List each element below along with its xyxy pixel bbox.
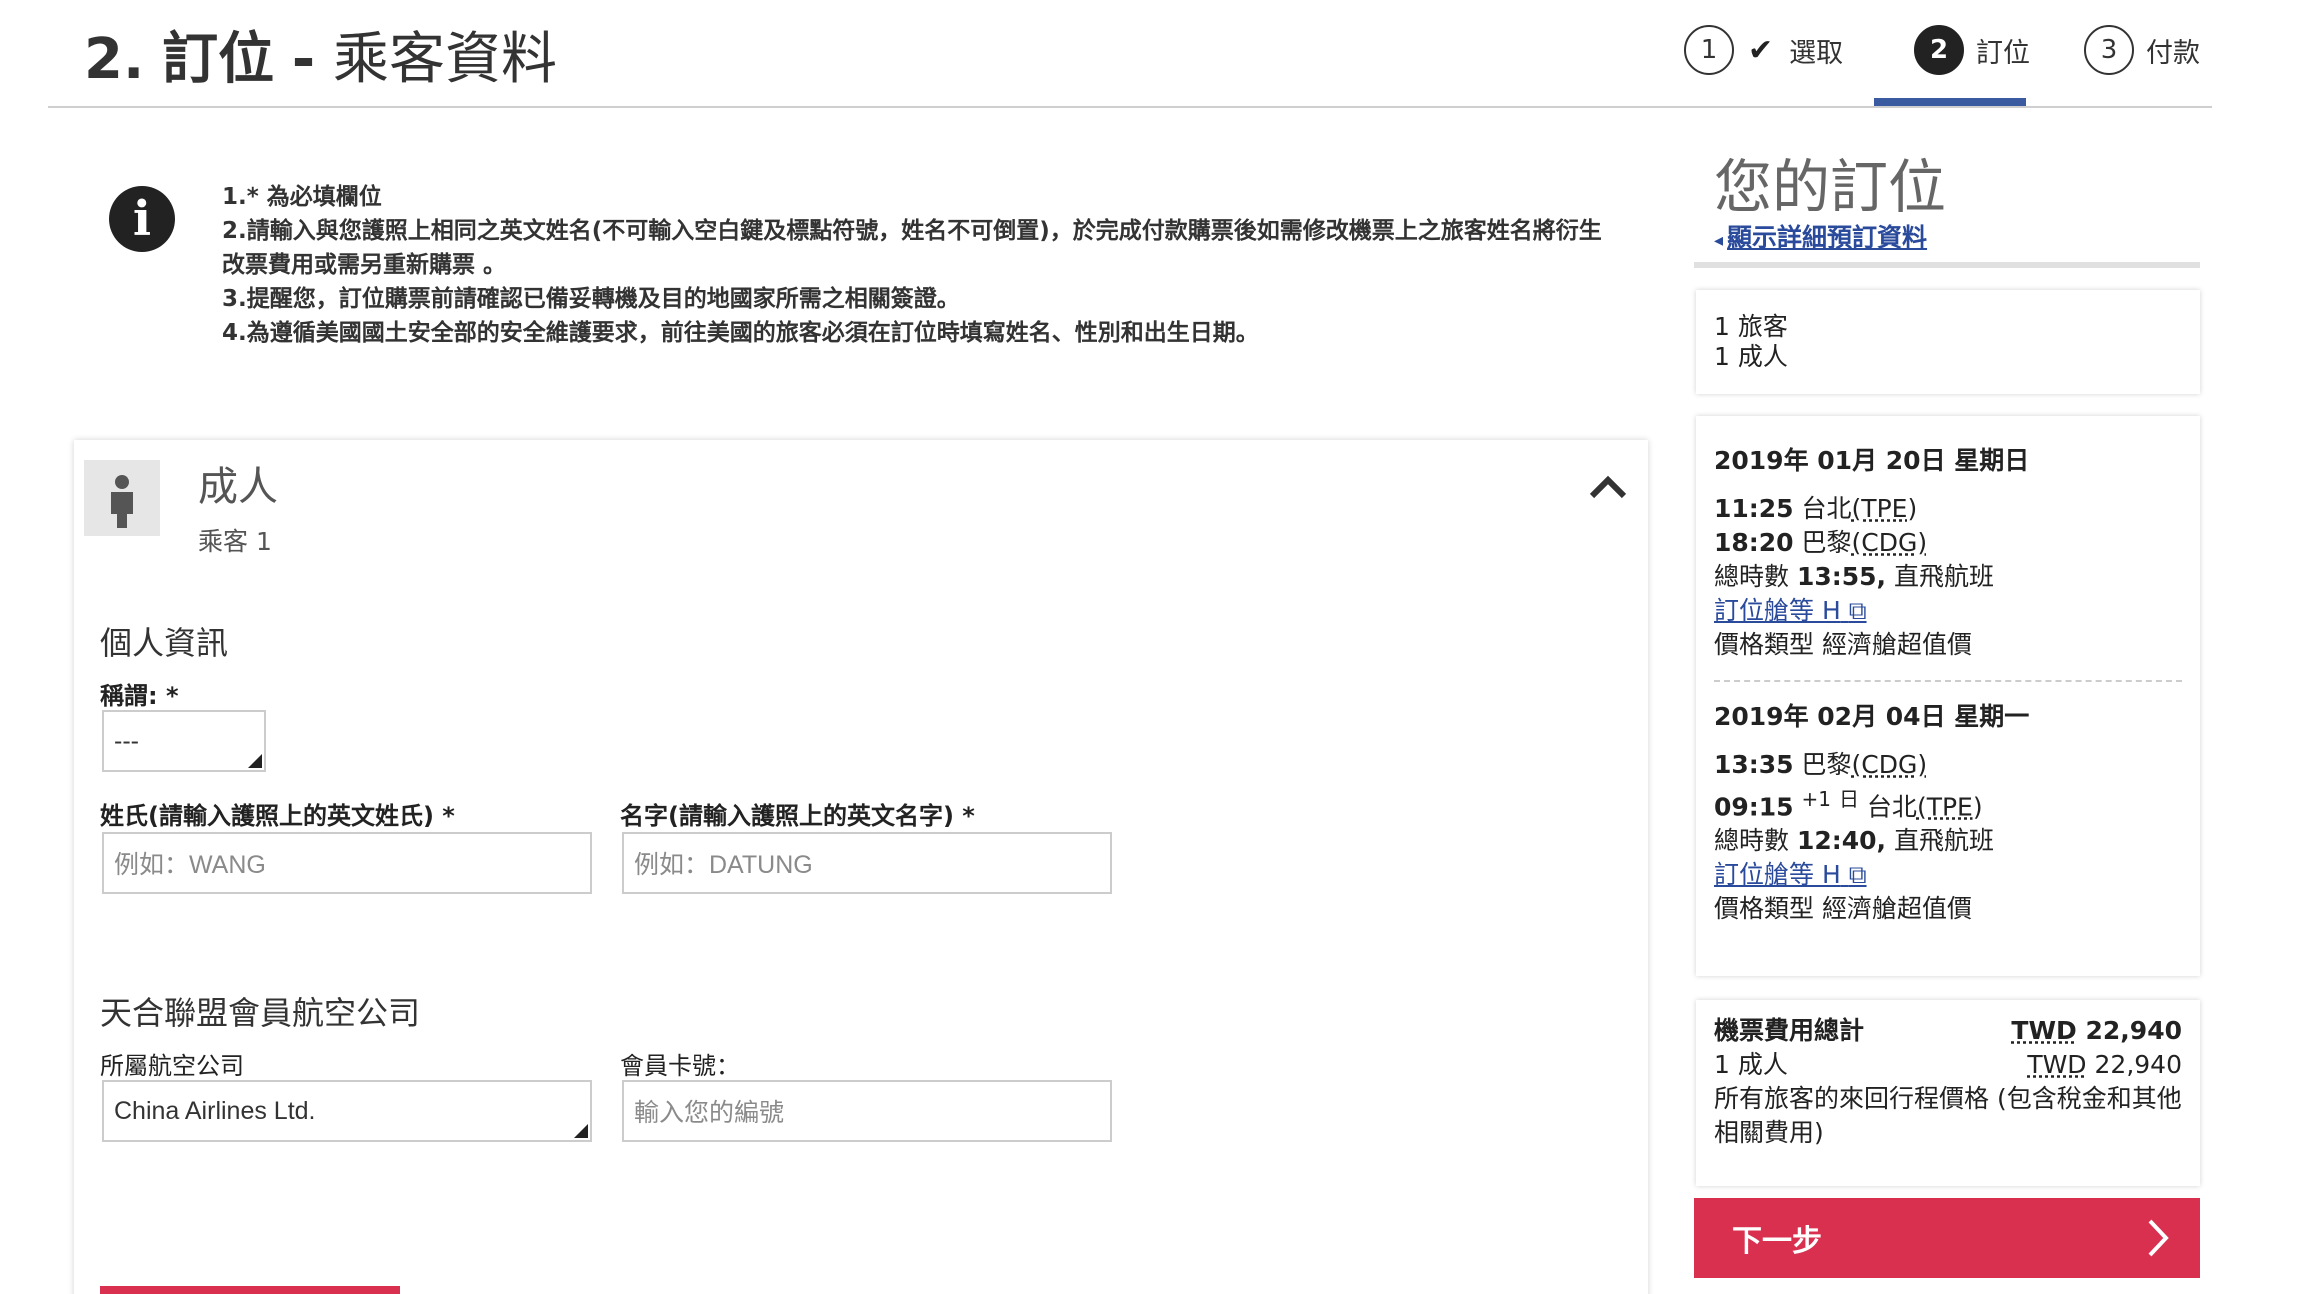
show-details-text: 顯示詳細預訂資料 (1727, 223, 1928, 252)
firstname-placeholder: 例如：DATUNG (634, 851, 813, 879)
inbound-cabin-text: 訂位艙等 H (1714, 860, 1841, 890)
check-icon: ✔ (1748, 32, 1774, 68)
member-placeholder: 輸入您的編號 (634, 1099, 785, 1127)
airline-value: China Airlines Ltd. (114, 1096, 316, 1125)
outbound-arr-time: 18:20 (1714, 528, 1794, 557)
travellers-box: 1 旅客 1 成人 (1696, 290, 2200, 394)
inbound-arr-day: +1 (1801, 787, 1832, 811)
inbound-duration: 12:40, (1796, 826, 1887, 856)
outbound-arr-city: 巴黎 (1801, 528, 1852, 557)
step-book: 2 訂位 (1914, 20, 2030, 80)
total-currency: TWD (2011, 1016, 2077, 1045)
title-separator: - (291, 27, 316, 92)
chevron-left-icon: ◂ (1714, 230, 1724, 251)
airline-select[interactable]: China Airlines Ltd. (102, 1080, 592, 1142)
inbound-duration-label: 總時數 (1714, 826, 1790, 856)
outbound-dep-code: (TPE) (1851, 494, 1918, 523)
outbound-duration-label: 總時數 (1714, 562, 1790, 591)
passenger-card: 成人 乘客 1 個人資訊 稱謂: * --- 姓氏(請輸入護照上的英文姓氏) *… (74, 440, 1648, 1294)
header-divider (48, 106, 2212, 108)
step-3-label: 付款 (2146, 37, 2200, 69)
step-number: 2. (84, 27, 145, 92)
outbound-arr-code: (CDG) (1851, 528, 1928, 557)
passenger-type: 成人 (198, 464, 278, 510)
inbound-date: 2019年 02月 04日 星期一 (1714, 702, 2030, 731)
alliance-heading: 天合聯盟會員航空公司 (100, 994, 421, 1032)
show-details-link[interactable]: ◂ 顯示詳細預訂資料 (1714, 218, 1927, 254)
external-link-icon: ⧉ (1848, 596, 1867, 625)
inbound-dep-time: 13:35 (1714, 750, 1794, 779)
firstname-input[interactable]: 例如：DATUNG (622, 832, 1112, 894)
step-1-label: 選取 (1789, 37, 1844, 69)
lastname-placeholder: 例如：WANG (114, 851, 266, 879)
travellers-count: 1 旅客 (1714, 312, 1788, 341)
info-icon: i (109, 186, 175, 252)
next-button[interactable]: 下一步 (1694, 1198, 2200, 1278)
dropdown-arrow-icon (248, 754, 262, 768)
note-2: 2.請輸入與您護照上相同之英文姓名(不可輸入空白鍵及標點符號，姓名不可倒置)，於… (222, 218, 1602, 278)
outbound-date: 2019年 01月 20日 星期日 (1714, 446, 2030, 475)
dropdown-arrow-icon (574, 1124, 588, 1138)
title-main: 訂位 (162, 27, 275, 92)
step-1-circle: 1 (1684, 25, 1734, 75)
segment-divider (1714, 680, 2182, 682)
inbound-dep-city: 巴黎 (1801, 750, 1852, 779)
submit-button-partial[interactable] (100, 1286, 400, 1294)
inbound-dep-code: (CDG) (1851, 750, 1928, 779)
lastname-label: 姓氏(請輸入護照上的英文姓氏) * (100, 802, 455, 830)
total-amount: 22,940 (2085, 1016, 2182, 1045)
inbound-fare-type: 價格類型 經濟艙超值價 (1714, 894, 1972, 924)
note-4: 4.為遵循美國國土安全部的安全維護要求，前往美國的旅客必須在訂位時填寫姓名、性別… (222, 320, 1259, 346)
itinerary-box: 2019年 01月 20日 星期日 11:25 台北(TPE) 18:20 巴黎… (1696, 416, 2200, 976)
inbound-arr-day-unit: 日 (1838, 787, 1859, 811)
passenger-number: 乘客 1 (198, 527, 272, 556)
price-note: 所有旅客的來回行程價格 (包含稅金和其他相關費用) (1714, 1084, 2182, 1147)
page-title: 2. 訂位 - 乘客資料 (84, 14, 557, 95)
next-label: 下一步 (1732, 1224, 1822, 1259)
step-2-label: 訂位 (1976, 37, 2030, 69)
sidebar-divider (1694, 262, 2200, 268)
booking-notes: 1.* 為必填欄位 2.請輸入與您護照上相同之英文姓名(不可輸入空白鍵及標點符號… (222, 180, 1622, 350)
outbound-duration: 13:55, (1796, 562, 1887, 591)
inbound-flight-type: 直飛航班 (1894, 826, 1995, 856)
note-1: 1.* 為必填欄位 (222, 184, 382, 210)
outbound-dep-city: 台北 (1801, 494, 1852, 523)
external-link-icon: ⧉ (1848, 860, 1867, 890)
airline-label: 所屬航空公司 (100, 1052, 244, 1080)
inbound-arr-time: 09:15 (1714, 792, 1794, 822)
outbound-flight-type: 直飛航班 (1894, 562, 1995, 591)
adult-currency: TWD (2027, 1050, 2087, 1079)
note-3: 3.提醒您，訂位購票前請確認已備妥轉機及目的地國家所需之相關簽證。 (222, 286, 960, 312)
total-label: 機票費用總計 (1714, 1016, 1865, 1045)
salutation-value: --- (114, 726, 139, 755)
firstname-label: 名字(請輸入護照上的英文名字) * (620, 802, 975, 830)
step-pay: 3 付款 (2084, 20, 2200, 80)
step-select[interactable]: 1 ✔ 選取 (1684, 20, 1843, 80)
member-label: 會員卡號： (620, 1052, 740, 1080)
outbound-cabin-text: 訂位艙等 H (1714, 596, 1841, 625)
price-box: 機票費用總計 TWD 22,940 1 成人 TWD 22,940 所有旅客的來… (1696, 1000, 2200, 1186)
person-icon (84, 460, 160, 536)
salutation-select[interactable]: --- (102, 710, 266, 772)
sidebar-title: 您的訂位 (1714, 153, 1947, 221)
step-2-circle: 2 (1914, 25, 1964, 75)
adult-label: 1 成人 (1714, 1050, 1788, 1079)
adult-amount: 22,940 (2094, 1050, 2182, 1079)
step-3-circle: 3 (2084, 25, 2134, 75)
salutation-label: 稱謂: * (100, 682, 179, 710)
title-sub: 乘客資料 (332, 27, 557, 92)
personal-info-heading: 個人資訊 (100, 624, 229, 662)
outbound-fare-type: 價格類型 經濟艙超值價 (1714, 630, 1972, 659)
outbound-cabin-link[interactable]: 訂位艙等 H ⧉ (1714, 596, 1867, 625)
lastname-input[interactable]: 例如：WANG (102, 832, 592, 894)
inbound-arr-code: (TPE) (1916, 792, 1983, 822)
inbound-arr-city: 台北 (1866, 792, 1917, 822)
member-number-input[interactable]: 輸入您的編號 (622, 1080, 1112, 1142)
chevron-right-icon (2148, 1219, 2169, 1257)
travellers-detail: 1 成人 (1714, 342, 1788, 371)
outbound-dep-time: 11:25 (1714, 494, 1794, 523)
chevron-up-icon[interactable] (1588, 472, 1628, 502)
inbound-cabin-link[interactable]: 訂位艙等 H ⧉ (1714, 860, 1867, 889)
